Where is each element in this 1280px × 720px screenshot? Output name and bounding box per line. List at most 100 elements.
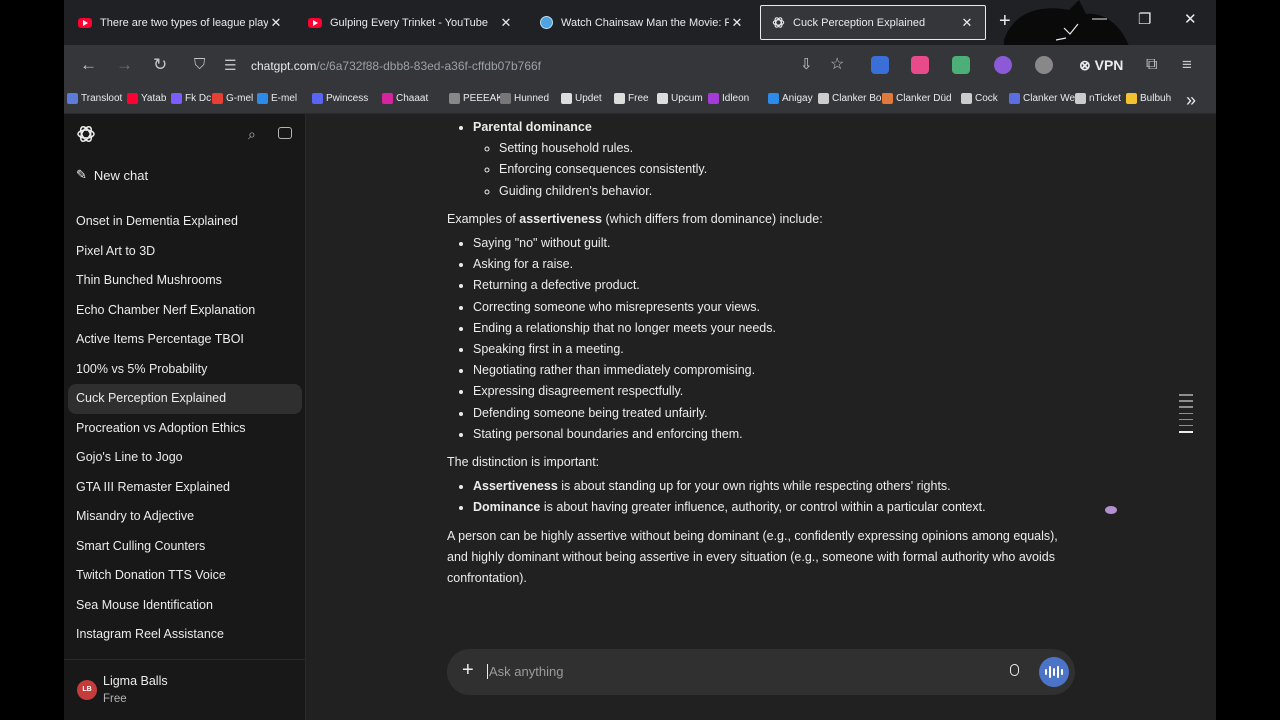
shield-icon[interactable]: ⛉	[194, 55, 205, 75]
list-item: Assertiveness is about standing up for y…	[473, 476, 1072, 497]
bookmark-item[interactable]: Upcum	[657, 93, 703, 104]
sidebar-toggle-icon[interactable]	[278, 127, 292, 139]
chat-history-item[interactable]: 100% vs 5% Probability	[68, 355, 302, 385]
tab-0[interactable]: There are two types of league players ✕	[68, 5, 294, 40]
list-item: Returning a defective product.	[473, 275, 1072, 296]
bookmark-label: Free	[628, 93, 649, 104]
search-icon[interactable]: ⌕	[248, 126, 256, 143]
bookmark-label: Clanker Wel	[1023, 93, 1078, 104]
chat-history-item[interactable]: GTA III Remaster Explained	[68, 473, 302, 503]
user-profile[interactable]: LB Ligma Balls Free	[64, 659, 306, 720]
chat-history-item[interactable]: Gojo's Line to Jogo	[68, 443, 302, 473]
tab-title: Watch Chainsaw Man the Movie: Reze	[561, 16, 729, 29]
music-extension-icon[interactable]	[952, 56, 970, 74]
tab-1[interactable]: Gulping Every Trinket - YouTube ✕	[298, 5, 524, 40]
menu-icon[interactable]: ≡	[1182, 55, 1192, 75]
bookmark-label: Transloot	[81, 93, 123, 104]
bookmark-favicon-icon	[614, 93, 625, 104]
bookmark-item[interactable]: Clanker Boi	[818, 93, 884, 104]
avatar: LB	[77, 680, 97, 700]
glasses-extension-icon[interactable]	[1035, 56, 1053, 74]
list-item: Defending someone being treated unfairly…	[473, 403, 1072, 424]
site-settings-icon[interactable]: ☰	[224, 55, 237, 75]
bookmark-star-icon[interactable]: ☆	[830, 55, 844, 75]
url-host: chatgpt.com	[251, 59, 317, 73]
close-tab-icon[interactable]: ✕	[268, 15, 284, 31]
bookmark-favicon-icon	[382, 93, 393, 104]
bookmark-item[interactable]: G-mel	[212, 93, 253, 104]
back-icon[interactable]: ←	[80, 55, 97, 75]
conversation-minimap[interactable]	[1179, 394, 1193, 438]
install-app-icon[interactable]: ⇩	[800, 55, 813, 75]
chat-history-item[interactable]: Smart Culling Counters	[68, 532, 302, 562]
list-item: Parental dominance Setting household rul…	[473, 117, 1072, 202]
forward-icon[interactable]: →	[116, 55, 133, 75]
more-bookmarks-icon[interactable]: »	[1186, 90, 1196, 111]
bookmark-favicon-icon	[657, 93, 668, 104]
bookmark-item[interactable]: nTicket	[1075, 93, 1121, 104]
chat-history-item[interactable]: Thin Bunched Mushrooms	[68, 266, 302, 296]
extensions-puzzle-icon[interactable]: ⧉	[1146, 55, 1157, 75]
bookmark-item[interactable]: E-mel	[257, 93, 297, 104]
intro-text: (which differs from dominance) include:	[601, 211, 823, 226]
bookmark-item[interactable]: Clanker Wel	[1009, 93, 1077, 104]
tab-2[interactable]: Watch Chainsaw Man the Movie: Reze ✕	[529, 5, 755, 40]
chatgpt-logo-icon[interactable]	[76, 124, 96, 144]
composer[interactable]: + Ask anything	[447, 649, 1075, 695]
chat-history-item[interactable]: Instagram Reel Assistance	[68, 620, 302, 650]
minimize-icon[interactable]: —	[1092, 10, 1107, 27]
chat-history-item[interactable]: Onset in Dementia Explained	[68, 207, 302, 237]
bookmark-item[interactable]: Bulbuh	[1126, 93, 1171, 104]
list-item: Speaking first in a meeting.	[473, 339, 1072, 360]
close-tab-icon[interactable]: ✕	[498, 15, 514, 31]
chat-history-item[interactable]: Misandry to Adjective	[68, 502, 302, 532]
microphone-icon[interactable]	[1010, 664, 1019, 676]
chat-history-item[interactable]: Pixel Art to 3D	[68, 237, 302, 267]
bookmark-item[interactable]: Clanker Düd	[882, 93, 952, 104]
mic-extension-icon[interactable]	[911, 56, 929, 74]
restore-icon[interactable]: ❐	[1138, 10, 1151, 28]
parental-list: Parental dominance Setting household rul…	[447, 117, 1072, 202]
list-item: Saying "no" without guilt.	[473, 233, 1072, 254]
extension-icon[interactable]	[994, 56, 1012, 74]
new-chat-button[interactable]: ✎ New chat	[76, 167, 148, 183]
chat-history-item[interactable]: Procreation vs Adoption Ethics	[68, 414, 302, 444]
vpn-button[interactable]: ⊗ VPN	[1079, 57, 1123, 74]
bookmark-favicon-icon	[257, 93, 268, 104]
chat-history-item[interactable]: Cuck Perception Explained	[68, 384, 302, 414]
bookmark-item[interactable]: Fk Dc	[171, 93, 211, 104]
reload-icon[interactable]: ↻	[153, 55, 167, 75]
close-tab-icon[interactable]: ✕	[729, 15, 745, 31]
bookmark-item[interactable]: PEEEAK	[449, 93, 503, 104]
close-tab-icon[interactable]: ✕	[959, 15, 975, 31]
chat-history-item[interactable]: Echo Chamber Nerf Explanation	[68, 296, 302, 326]
bookmark-item[interactable]: Yatab	[127, 93, 166, 104]
close-window-icon[interactable]: ✕	[1184, 10, 1197, 28]
tab-3[interactable]: Cuck Perception Explained ✕	[760, 5, 986, 40]
bookmark-label: Pwincess	[326, 93, 369, 104]
extension-icon[interactable]	[871, 56, 889, 74]
bookmark-item[interactable]: Hunned	[500, 93, 549, 104]
chat-history-item[interactable]: Active Items Percentage TBOI	[68, 325, 302, 355]
voice-mode-button[interactable]	[1039, 657, 1069, 687]
bookmark-item[interactable]: Idleon	[708, 93, 749, 104]
assistant-message: Parental dominance Setting household rul…	[447, 114, 1072, 589]
chat-history-item[interactable]: Sea Mouse Identification	[68, 591, 302, 621]
bookmark-item[interactable]: Transloot	[67, 93, 122, 104]
url-path: /c/6a732f88-dbb8-83ed-a36f-cffdb07b766f	[316, 59, 541, 73]
distinction-intro: The distinction is important:	[447, 455, 600, 470]
tab-title: There are two types of league players	[100, 16, 268, 29]
chat-history-item[interactable]: Twitch Donation TTS Voice	[68, 561, 302, 591]
prompt-input[interactable]: Ask anything	[487, 664, 563, 679]
bookmark-item[interactable]: Chaaat	[382, 93, 428, 104]
bookmark-item[interactable]: Updet	[561, 93, 602, 104]
address-bar[interactable]: chatgpt.com/c/6a732f88-dbb8-83ed-a36f-cf…	[251, 59, 541, 73]
assertiveness-list: Saying "no" without guilt.Asking for a r…	[447, 233, 1072, 445]
add-attachment-button[interactable]: +	[462, 660, 474, 680]
bookmark-item[interactable]: Anigay	[768, 93, 813, 104]
bookmark-item[interactable]: Cock	[961, 93, 998, 104]
bookmark-item[interactable]: Pwincess	[312, 93, 368, 104]
list-item: Ending a relationship that no longer mee…	[473, 318, 1072, 339]
bookmark-favicon-icon	[127, 93, 138, 104]
bookmark-item[interactable]: Free	[614, 93, 649, 104]
